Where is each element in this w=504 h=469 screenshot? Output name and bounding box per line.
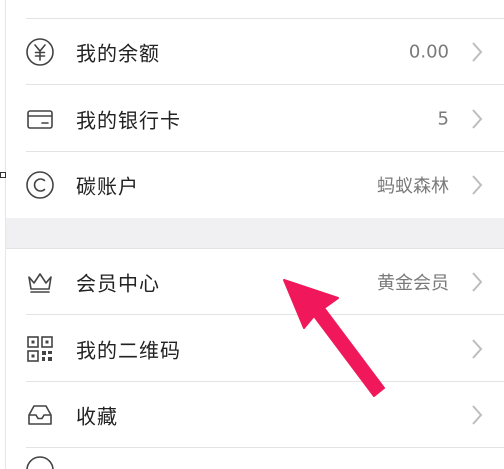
menu-item-value: 蚂蚁森林	[377, 176, 449, 197]
group-gap	[6, 218, 504, 249]
menu-item-qr-code[interactable]: 我的二维码	[6, 315, 504, 382]
top-divider	[26, 0, 504, 19]
menu-item-bank-card[interactable]: 我的银行卡 5	[6, 85, 504, 152]
chevron-right-icon	[472, 272, 483, 292]
chevron-right-icon	[472, 405, 483, 425]
yuan-icon	[24, 36, 56, 68]
menu-item-carbon-account[interactable]: 碳账户 蚂蚁森林	[6, 152, 504, 218]
menu-item-label: 我的余额	[76, 41, 160, 66]
menu-item-label: 我的银行卡	[76, 108, 181, 132]
qr-code-icon	[24, 333, 56, 365]
menu-item-balance[interactable]: 我的余额 0.00	[6, 19, 504, 85]
menu-item-label: 收藏	[76, 404, 118, 429]
partial-circle-icon	[24, 454, 56, 469]
menu-list: 我的余额 0.00 我的银行卡 5 碳账户 蚂蚁森林 会员中心 黄金会员 我的二…	[6, 0, 504, 469]
menu-item-value: 黄金会员	[377, 273, 449, 294]
crown-icon	[24, 266, 56, 298]
settings-screen: 我的余额 0.00 我的银行卡 5 碳账户 蚂蚁森林 会员中心 黄金会员 我的二…	[0, 0, 504, 469]
menu-item-label: 会员中心	[76, 271, 160, 296]
menu-item-label: 碳账户	[76, 174, 139, 199]
menu-item-value: 0.00	[408, 41, 449, 63]
carbon-icon	[24, 169, 56, 201]
menu-item-favorites[interactable]: 收藏	[6, 382, 504, 448]
menu-item-value: 5	[437, 108, 449, 129]
chevron-right-icon	[472, 175, 483, 195]
bank-card-icon	[24, 103, 56, 135]
chevron-right-icon	[472, 42, 483, 62]
menu-item-partial[interactable]	[6, 448, 504, 469]
favorites-tray-icon	[24, 399, 56, 431]
menu-item-membership[interactable]: 会员中心 黄金会员	[6, 249, 504, 315]
chevron-right-icon	[472, 338, 483, 359]
menu-item-label: 我的二维码	[76, 338, 181, 362]
chevron-right-icon	[472, 108, 483, 129]
